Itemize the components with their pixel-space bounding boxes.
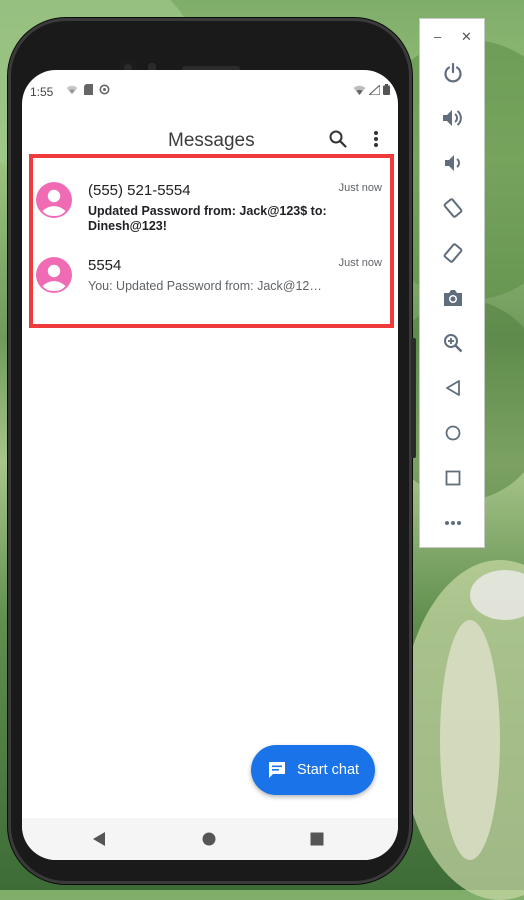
rotate-right-icon	[443, 243, 463, 263]
sd-card-icon	[84, 84, 93, 95]
minimize-icon[interactable]: –	[434, 29, 441, 44]
rotate-right-button[interactable]	[441, 241, 465, 265]
close-icon[interactable]: ✕	[461, 29, 472, 45]
home-icon[interactable]	[202, 832, 216, 846]
camera-icon	[444, 290, 462, 306]
volume-up-icon	[443, 110, 462, 126]
status-bar: 1:55	[22, 70, 398, 110]
sync-icon	[99, 84, 110, 95]
side-button	[411, 338, 416, 458]
zoom-icon	[444, 334, 463, 353]
wifi-off-icon	[66, 85, 78, 94]
emulator-more-button[interactable]	[441, 511, 465, 535]
search-button[interactable]	[324, 125, 352, 153]
volume-up-button[interactable]	[441, 106, 465, 130]
battery-icon	[383, 84, 390, 95]
overview-icon	[445, 470, 461, 486]
page-title: Messages	[168, 130, 255, 151]
navigation-bar	[22, 818, 398, 860]
emulator-overview-button[interactable]	[441, 466, 465, 490]
power-icon	[444, 63, 462, 83]
overview-icon[interactable]	[310, 832, 324, 846]
rotate-left-icon	[443, 198, 463, 218]
back-icon[interactable]	[92, 832, 106, 846]
search-icon	[329, 130, 347, 148]
home-icon	[445, 425, 461, 441]
rotate-left-button[interactable]	[441, 196, 465, 220]
screenshot-button[interactable]	[441, 286, 465, 310]
emulator-home-button[interactable]	[441, 421, 465, 445]
more-icon	[445, 521, 461, 525]
highlight-box	[29, 154, 394, 328]
status-time: 1:55	[30, 85, 54, 99]
more-vert-icon	[374, 131, 378, 147]
volume-down-icon	[445, 155, 460, 171]
start-chat-label: Start chat	[297, 762, 360, 778]
emulator-back-button[interactable]	[441, 376, 465, 400]
emulator-toolbar: – ✕	[419, 18, 485, 548]
signal-icon	[369, 84, 380, 95]
volume-down-button[interactable]	[441, 151, 465, 175]
wifi-icon	[353, 85, 366, 95]
zoom-button[interactable]	[441, 331, 465, 355]
chat-icon	[269, 762, 285, 778]
more-options-button[interactable]	[362, 125, 390, 153]
start-chat-button[interactable]: Start chat	[251, 745, 375, 795]
back-icon	[446, 380, 460, 396]
power-button[interactable]	[441, 61, 465, 85]
